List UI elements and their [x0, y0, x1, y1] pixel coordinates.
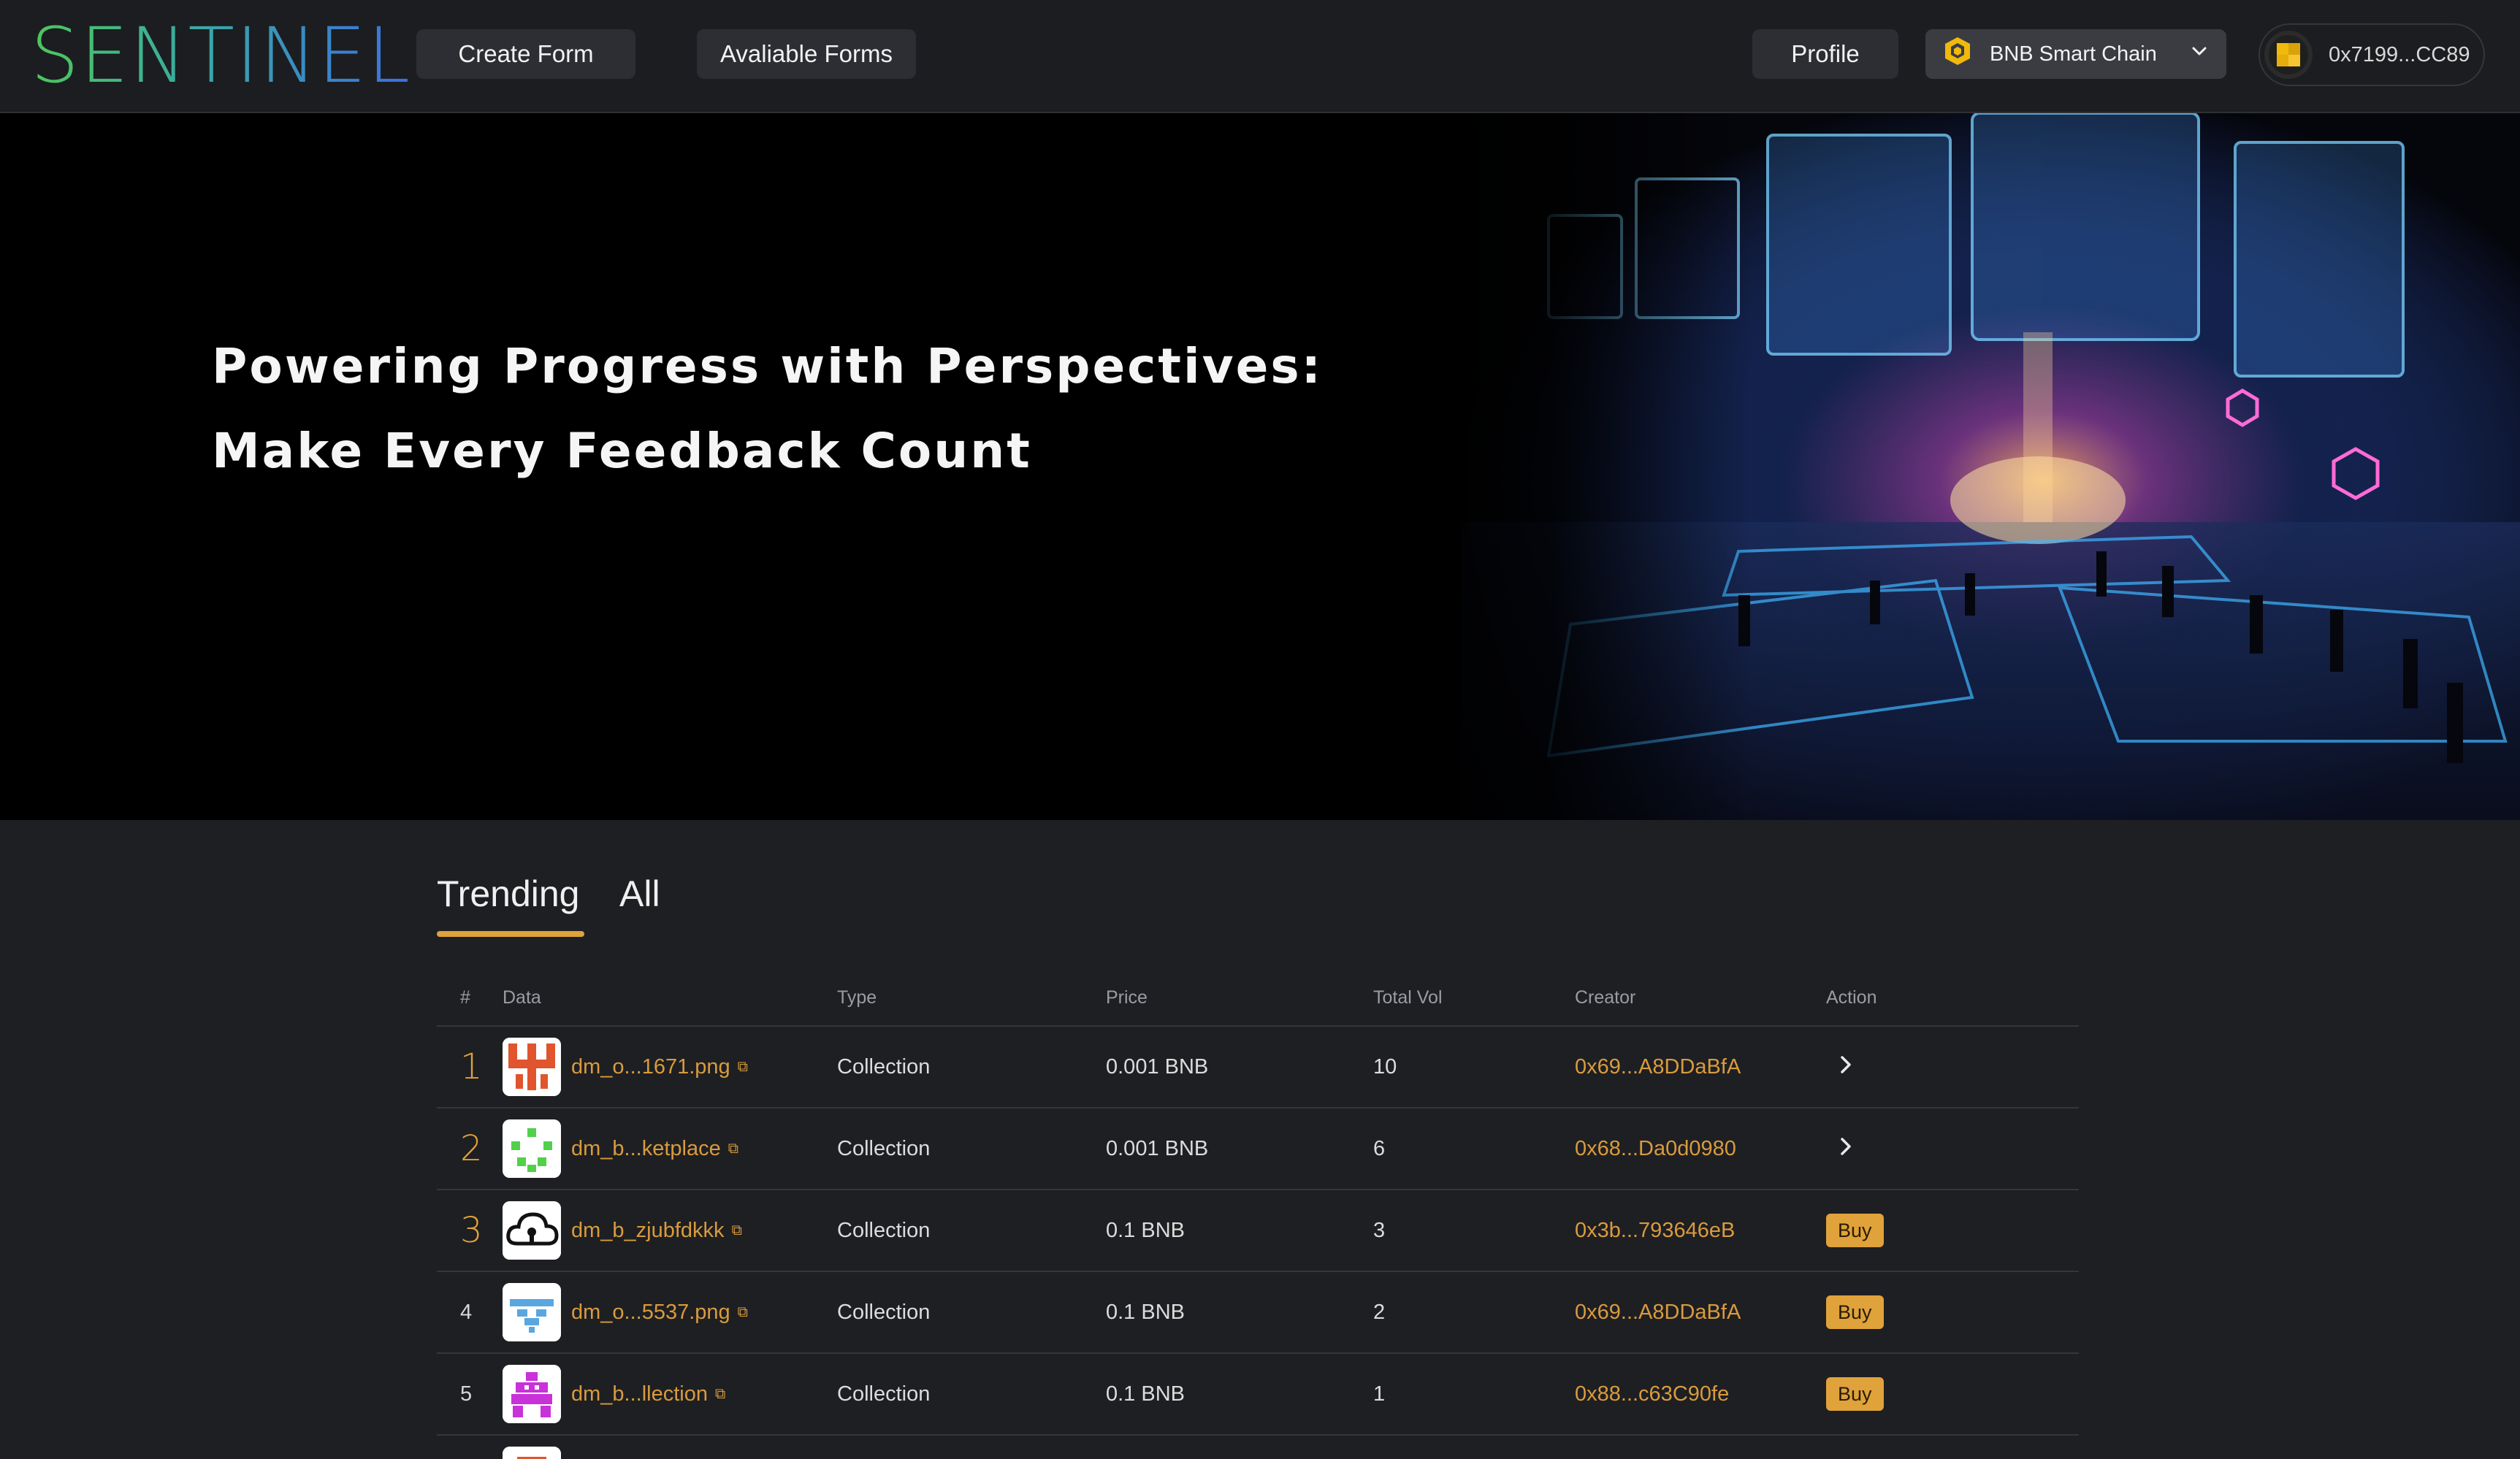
row-data: dm_b...ketplace ⧉: [503, 1108, 738, 1189]
hero-headline-line-2: Make Every Feedback Count: [212, 423, 1032, 479]
active-tab-indicator: [437, 931, 584, 937]
create-form-button[interactable]: Create Form: [416, 29, 635, 79]
row-data: dm_o...1671.png ⧉: [503, 1027, 748, 1107]
row-data: dm_b_zjubfdkkk ⧉: [503, 1190, 742, 1271]
row-price: 0.1 BNB: [1106, 1382, 1185, 1406]
row-type: Collection: [837, 1218, 931, 1242]
row-data: [503, 1436, 561, 1459]
row-action: Buy: [1826, 1354, 1884, 1434]
item-name-link[interactable]: dm_o...5537.png: [571, 1301, 730, 1325]
row-total-vol: 2: [1373, 1300, 1386, 1324]
row-creator-link[interactable]: 0x69...A8DDaBfA: [1575, 1272, 1741, 1352]
external-link-icon[interactable]: ⧉: [732, 1222, 742, 1239]
buy-button[interactable]: Buy: [1826, 1214, 1884, 1247]
header-rank: #: [460, 987, 470, 1008]
row-rank: 2: [460, 1128, 483, 1169]
row-type: Collection: [837, 1300, 931, 1324]
header-price: Price: [1106, 987, 1148, 1008]
row-rank: 3: [460, 1210, 483, 1251]
row-price: 0.1 BNB: [1106, 1218, 1185, 1242]
header-creator: Creator: [1575, 987, 1636, 1008]
item-thumbnail: [503, 1365, 561, 1423]
chain-name: BNB Smart Chain: [1990, 42, 2157, 66]
row-rank: 1: [460, 1046, 483, 1087]
item-name-link[interactable]: dm_o...1671.png: [571, 1055, 730, 1079]
row-rank: 4: [460, 1300, 473, 1324]
available-forms-button[interactable]: Avaliable Forms: [697, 29, 916, 79]
wallet-address: 0x7199...CC89: [2329, 42, 2470, 66]
external-link-icon[interactable]: ⧉: [738, 1304, 748, 1321]
row-creator-link[interactable]: 0x69...A8DDaBfA: [1575, 1027, 1741, 1107]
item-thumbnail: [503, 1119, 561, 1178]
row-total-vol: 1: [1373, 1382, 1386, 1406]
sentinel-logo[interactable]: SENTINEL: [31, 9, 411, 102]
header-data: Data: [503, 987, 541, 1008]
table-row[interactable]: 5 dm_b...llection ⧉ Collection 0.1 BNB 1…: [437, 1354, 2079, 1436]
table-row[interactable]: 1 dm_o...1671.png ⧉ Collection 0.001 BNB…: [437, 1027, 2079, 1108]
chevron-right-icon[interactable]: [1826, 1052, 1857, 1082]
row-creator-link[interactable]: 0x3b...793646eB: [1575, 1190, 1735, 1271]
row-price: 0.1 BNB: [1106, 1300, 1185, 1324]
buy-button[interactable]: Buy: [1826, 1295, 1884, 1329]
external-link-icon[interactable]: ⧉: [728, 1141, 738, 1157]
tab-trending[interactable]: Trending: [437, 873, 579, 915]
row-rank: 5: [460, 1382, 473, 1406]
external-link-icon[interactable]: ⧉: [715, 1386, 725, 1403]
wallet-button[interactable]: 0x7199...CC89: [2259, 23, 2485, 86]
row-type: Collection: [837, 1136, 931, 1160]
profile-button[interactable]: Profile: [1752, 29, 1898, 79]
row-price: 0.001 BNB: [1106, 1136, 1209, 1160]
row-data: dm_o...5537.png ⧉: [503, 1272, 748, 1352]
row-total-vol: 3: [1373, 1218, 1386, 1242]
header-type: Type: [837, 987, 877, 1008]
item-thumbnail: [503, 1038, 561, 1096]
hero-headline-line-1: Powering Progress with Perspectives:: [212, 338, 1324, 394]
wallet-avatar: [2264, 31, 2313, 79]
row-action[interactable]: [1826, 1108, 1857, 1189]
table-row[interactable]: 3 dm_b_zjubfdkkk ⧉ Collection 0.1 BNB 3 …: [437, 1190, 2079, 1272]
item-name-link[interactable]: dm_b...llection: [571, 1382, 708, 1406]
table-header: # Data Type Price Total Vol Creator Acti…: [437, 971, 2079, 1027]
row-price: 0.001 BNB: [1106, 1054, 1209, 1079]
hero-banner: Powering Progress with Perspectives: Mak…: [0, 113, 2520, 820]
external-link-icon[interactable]: ⧉: [738, 1059, 748, 1076]
row-action: Buy: [1826, 1190, 1884, 1271]
item-thumbnail: [503, 1283, 561, 1341]
row-total-vol: 6: [1373, 1136, 1386, 1160]
tab-all[interactable]: All: [619, 873, 660, 915]
table-row[interactable]: 4 dm_o...5537.png ⧉ Collection 0.1 BNB 2…: [437, 1272, 2079, 1354]
item-name-link[interactable]: dm_b_zjubfdkkk: [571, 1219, 725, 1243]
row-type: Collection: [837, 1382, 931, 1406]
header-action: Action: [1826, 987, 1877, 1008]
row-creator-link[interactable]: 0x68...Da0d0980: [1575, 1108, 1736, 1189]
row-type: Collection: [837, 1054, 931, 1079]
chevron-down-icon: [2188, 40, 2210, 68]
item-thumbnail: [503, 1201, 561, 1260]
item-name-link[interactable]: dm_b...ketplace: [571, 1137, 721, 1161]
table-row[interactable]: 2 dm_b...ketplace ⧉ Collection 0.001 BNB…: [437, 1108, 2079, 1190]
trending-table: # Data Type Price Total Vol Creator Acti…: [437, 971, 2079, 1459]
table-row[interactable]: [437, 1436, 2079, 1459]
row-action[interactable]: [1826, 1027, 1857, 1107]
row-action: Buy: [1826, 1272, 1884, 1352]
header-total-vol: Total Vol: [1373, 987, 1443, 1008]
chain-selector[interactable]: BNB Smart Chain: [1925, 29, 2226, 79]
item-thumbnail: [503, 1447, 561, 1459]
row-data: dm_b...llection ⧉: [503, 1354, 725, 1434]
buy-button[interactable]: Buy: [1826, 1377, 1884, 1411]
bnb-logo-icon: [1941, 35, 1974, 73]
chevron-right-icon[interactable]: [1826, 1133, 1857, 1164]
hero-image-fade: [1388, 113, 1753, 820]
top-navigation-bar: SENTINEL Create Form Avaliable Forms Pro…: [0, 0, 2520, 113]
row-total-vol: 10: [1373, 1054, 1397, 1079]
row-creator-link[interactable]: 0x88...c63C90fe: [1575, 1354, 1729, 1434]
